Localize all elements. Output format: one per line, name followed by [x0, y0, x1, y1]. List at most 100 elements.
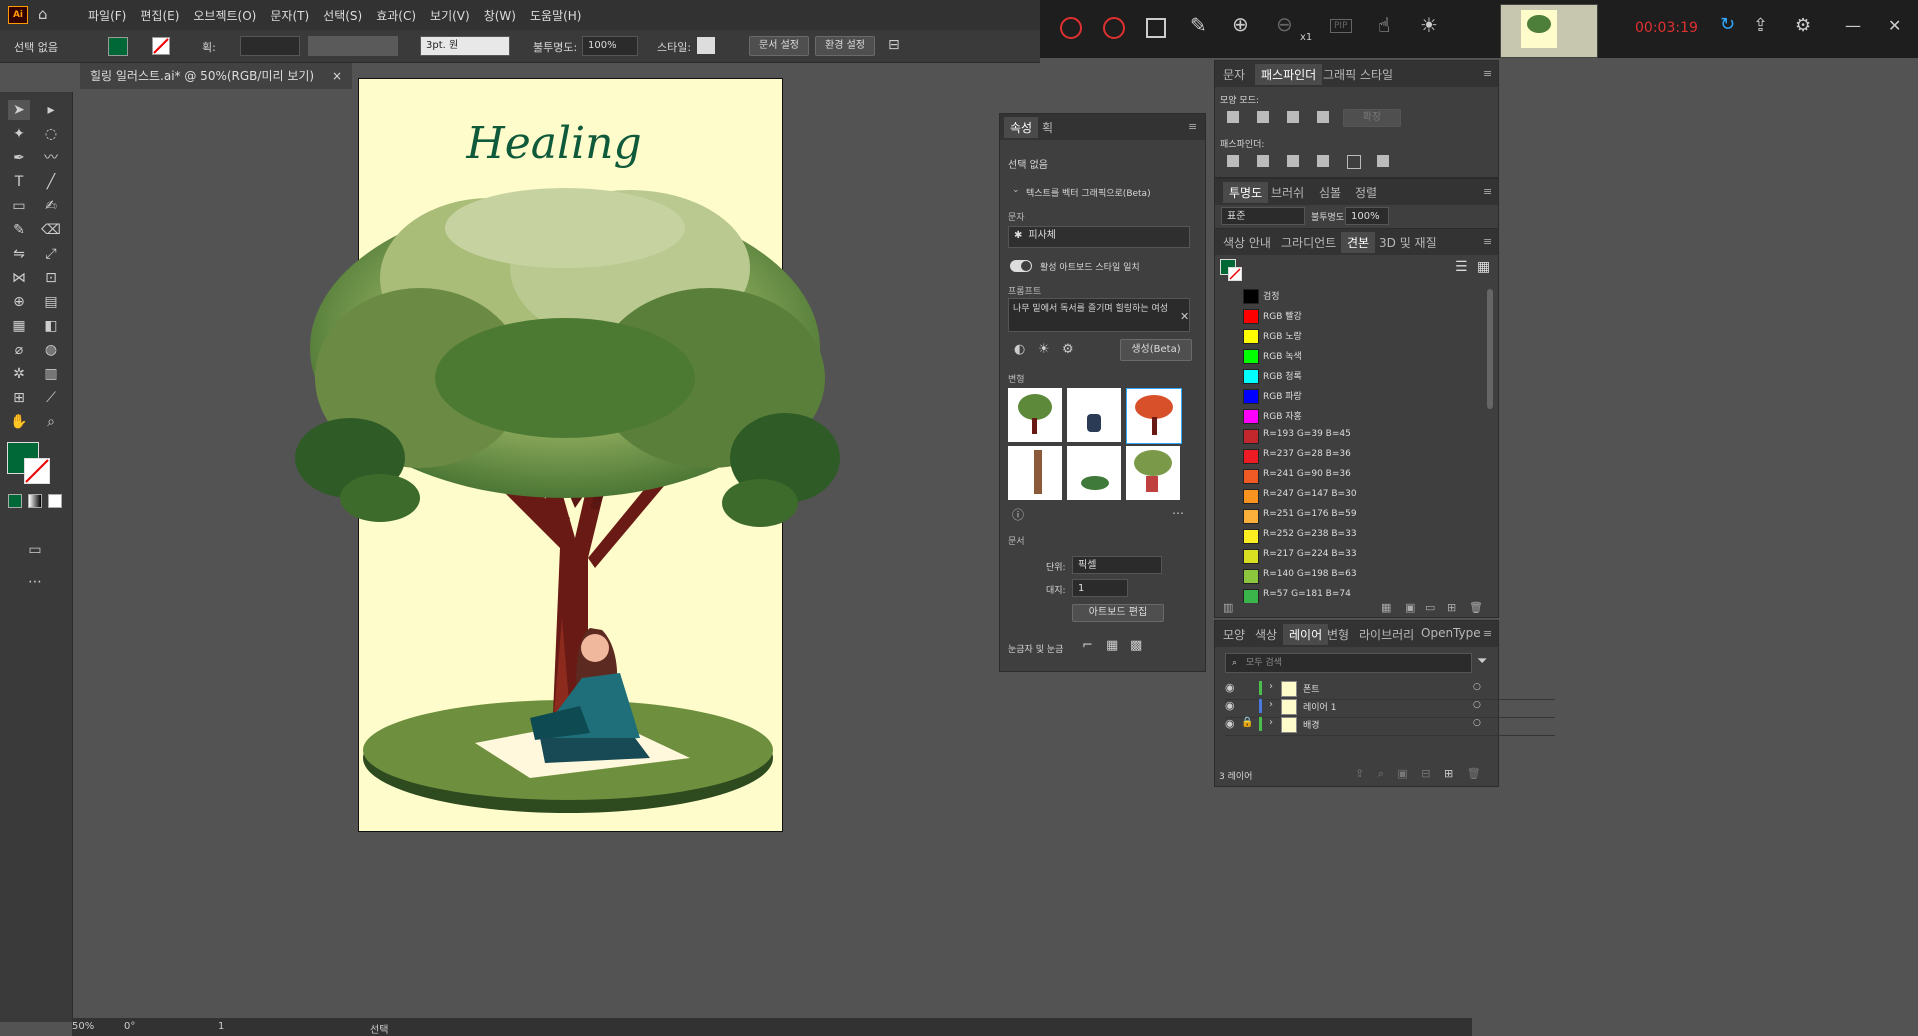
- swatch-row[interactable]: RGB 노랑: [1215, 325, 1498, 345]
- artboard-number-field[interactable]: 1: [1072, 579, 1128, 597]
- menu-select[interactable]: 선택(S): [323, 7, 362, 24]
- new-sublayer-icon[interactable]: ⊟: [1421, 767, 1430, 780]
- blend-mode-dropdown[interactable]: 표준: [1221, 207, 1305, 225]
- swatch-row[interactable]: RGB 녹색: [1215, 345, 1498, 365]
- tab-stroke[interactable]: 획: [1042, 119, 1053, 136]
- locate-object-icon[interactable]: ⌕: [1378, 767, 1384, 780]
- outline-icon[interactable]: [1347, 155, 1361, 169]
- swatch-row[interactable]: R=251 G=176 B=59: [1215, 505, 1498, 525]
- eraser-icon[interactable]: ⌫: [40, 220, 62, 240]
- tab-3d-materials[interactable]: 3D 및 재질: [1379, 234, 1437, 251]
- variation-3[interactable]: [1126, 388, 1182, 444]
- new-layer-icon[interactable]: ⊞: [1444, 767, 1453, 780]
- magic-wand-icon[interactable]: ✦: [8, 124, 30, 144]
- tab-layers[interactable]: 레이어: [1283, 624, 1329, 645]
- info-icon[interactable]: ⓘ: [1012, 506, 1024, 523]
- swatch-row[interactable]: RGB 자홍: [1215, 405, 1498, 425]
- screen-mode-icon[interactable]: ▭: [24, 540, 46, 560]
- exclude-icon[interactable]: [1317, 111, 1329, 123]
- clear-prompt-icon[interactable]: ✕: [1180, 310, 1189, 323]
- opacity-field[interactable]: 100%: [582, 36, 638, 56]
- panel-menu-icon[interactable]: ≡: [1483, 235, 1492, 248]
- tab-color[interactable]: 색상: [1255, 626, 1277, 643]
- delete-layer-icon[interactable]: 🗑: [1467, 767, 1481, 780]
- scale-tool-icon[interactable]: ⤢: [40, 244, 62, 264]
- swatch-stroke-indicator[interactable]: [1228, 267, 1242, 281]
- paintbrush-icon[interactable]: ✍: [40, 196, 62, 216]
- variation-5[interactable]: [1067, 446, 1121, 500]
- none-mode-icon[interactable]: [48, 494, 62, 508]
- stroke-swatch[interactable]: [152, 37, 170, 55]
- visibility-eye-icon[interactable]: ◉: [1225, 681, 1235, 694]
- lasso-icon[interactable]: ◌: [40, 124, 62, 144]
- filter-icon[interactable]: ⏷: [1477, 654, 1487, 669]
- grid-view-icon[interactable]: ▦: [1477, 259, 1490, 275]
- divide-icon[interactable]: [1227, 155, 1239, 167]
- hand-tool-icon[interactable]: ✋: [8, 412, 30, 432]
- pip-button[interactable]: PIP: [1330, 19, 1352, 33]
- target-circle-icon[interactable]: ○: [1473, 700, 1481, 710]
- brush-definition[interactable]: 3pt. 원: [420, 36, 510, 56]
- minimize-icon[interactable]: —: [1845, 16, 1861, 35]
- list-view-icon[interactable]: ☰: [1455, 259, 1468, 275]
- swatch-scrollbar[interactable]: [1487, 289, 1493, 409]
- prompt-input[interactable]: 나무 밑에서 독서를 즐기며 힐링하는 여성: [1008, 298, 1190, 332]
- export-icon[interactable]: ⇪: [1753, 15, 1768, 36]
- lock-icon[interactable]: 🔒: [1241, 717, 1253, 728]
- gear-icon[interactable]: ⚙: [1062, 342, 1074, 357]
- curvature-tool-icon[interactable]: 〰: [40, 148, 62, 168]
- swatch-options-icon[interactable]: ▦: [1381, 601, 1391, 614]
- swatch-row[interactable]: R=193 G=39 B=45: [1215, 425, 1498, 445]
- color-group-icon[interactable]: ▣: [1405, 601, 1415, 614]
- menu-effect[interactable]: 효과(C): [376, 7, 416, 24]
- pause-icon[interactable]: [1060, 17, 1082, 39]
- panel-menu-icon[interactable]: ≡: [1483, 67, 1492, 80]
- chevron-down-icon[interactable]: ⌄: [1012, 185, 1020, 195]
- panel-menu-icon[interactable]: ≡: [1483, 185, 1492, 198]
- stroke-color-box[interactable]: [24, 458, 50, 484]
- chevron-right-icon[interactable]: ›: [1269, 717, 1273, 728]
- match-style-toggle[interactable]: [1010, 260, 1032, 272]
- transparency-opacity-field[interactable]: 100%: [1345, 207, 1389, 225]
- merge-icon[interactable]: [1287, 155, 1299, 167]
- zoom-tool-icon[interactable]: ⌕: [40, 412, 62, 432]
- width-tool-icon[interactable]: ⋈: [8, 268, 30, 288]
- gradient-mode-icon[interactable]: [28, 494, 42, 508]
- menu-view[interactable]: 보기(V): [430, 7, 470, 24]
- zoom-in-icon[interactable]: ⊕: [1232, 12, 1249, 36]
- line-tool-icon[interactable]: ╱: [40, 172, 62, 192]
- delete-icon[interactable]: 🗑: [1469, 601, 1483, 614]
- visibility-eye-icon[interactable]: ◉: [1225, 699, 1235, 712]
- minus-front-icon[interactable]: [1257, 111, 1269, 123]
- tab-properties[interactable]: 속성: [1004, 117, 1039, 138]
- preferences-button[interactable]: 환경 설정: [815, 36, 875, 56]
- tab-character[interactable]: 문자: [1223, 66, 1245, 83]
- shaper-tool-icon[interactable]: ✎: [8, 220, 30, 240]
- transparency-grid-icon[interactable]: ▩: [1130, 638, 1142, 653]
- tab-transparency[interactable]: 투명도: [1223, 182, 1269, 203]
- swatch-row[interactable]: R=217 G=224 B=33: [1215, 545, 1498, 565]
- intersect-icon[interactable]: [1287, 111, 1299, 123]
- more-tools-icon[interactable]: ⋯: [24, 572, 46, 592]
- menu-window[interactable]: 창(W): [484, 7, 516, 24]
- layer-row[interactable]: ◉ 🔒 › 배경 ○: [1225, 715, 1555, 736]
- graphic-style-swatch[interactable]: [697, 37, 715, 54]
- tab-brushes[interactable]: 브러쉬: [1271, 184, 1304, 201]
- tab-pathfinder[interactable]: 패스파인더: [1255, 64, 1323, 85]
- target-circle-icon[interactable]: ○: [1473, 718, 1481, 728]
- gradient-tool-icon[interactable]: ◧: [40, 316, 62, 336]
- direct-selection-tool-icon[interactable]: ▸: [40, 100, 62, 120]
- symbol-sprayer-icon[interactable]: ✲: [8, 364, 30, 384]
- swatch-row[interactable]: RGB 청록: [1215, 365, 1498, 385]
- swatch-row[interactable]: R=237 G=28 B=36: [1215, 445, 1498, 465]
- layers-search-input[interactable]: ⌕ 모두 검색: [1225, 653, 1472, 673]
- more-options-icon[interactable]: ⋯: [1172, 506, 1184, 520]
- export-layer-icon[interactable]: ⇪: [1355, 767, 1364, 780]
- tab-libraries[interactable]: 라이브러리: [1359, 626, 1414, 643]
- expand-button[interactable]: 확장: [1343, 109, 1401, 127]
- tab-color-guide[interactable]: 색상 안내: [1223, 234, 1271, 251]
- pen-tool-icon[interactable]: ✒: [8, 148, 30, 168]
- subject-dropdown[interactable]: ✱ 피사체: [1008, 226, 1190, 248]
- menu-edit[interactable]: 편집(E): [140, 7, 179, 24]
- swatch-row[interactable]: RGB 파랑: [1215, 385, 1498, 405]
